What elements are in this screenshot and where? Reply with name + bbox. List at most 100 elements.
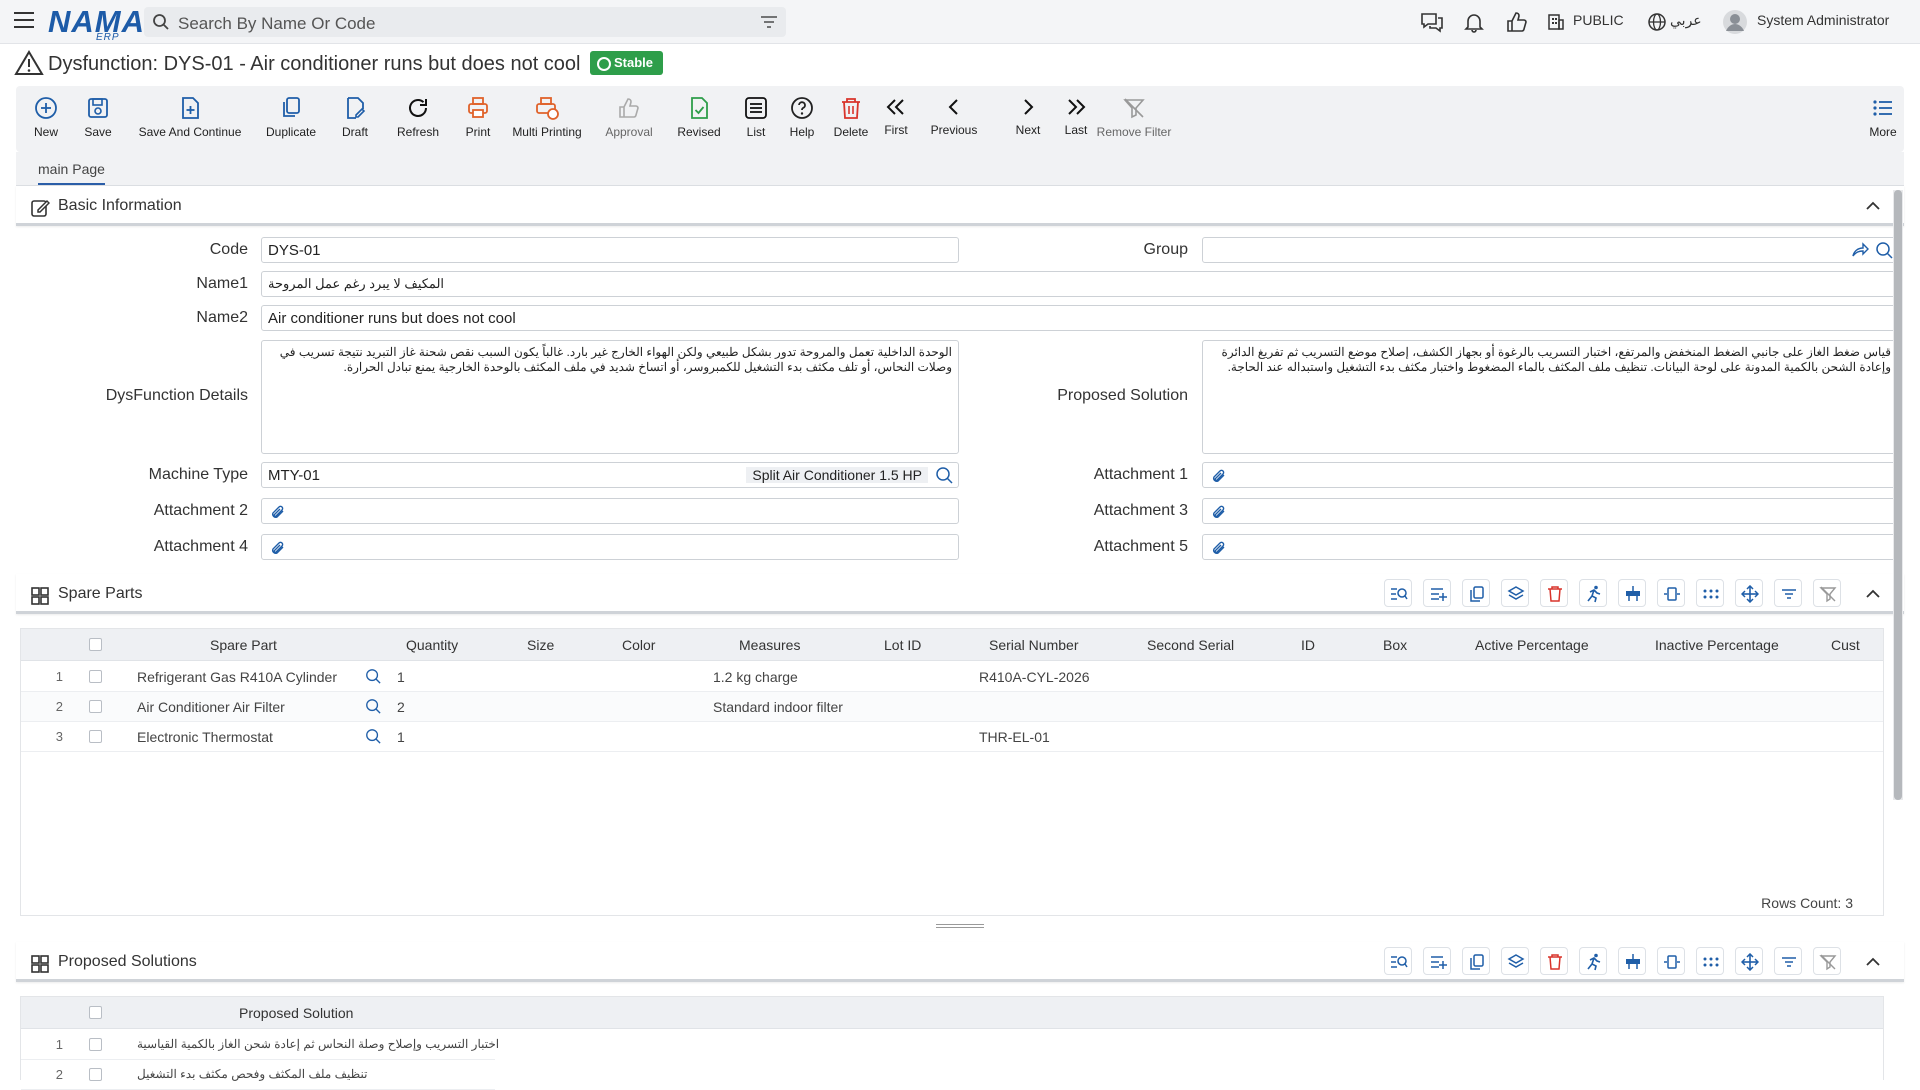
spare-part-cell[interactable]: Refrigerant Gas R410A Cylinder	[137, 669, 337, 685]
column-header[interactable]: ID	[1301, 637, 1315, 653]
search-input[interactable]: Search By Name Or Code	[144, 7, 786, 37]
revised-button[interactable]: Revised	[666, 96, 732, 139]
find-row-button[interactable]	[1384, 579, 1412, 607]
globe-icon[interactable]	[1647, 12, 1667, 32]
bell-icon[interactable]	[1463, 11, 1485, 33]
filter-button[interactable]	[1774, 579, 1802, 607]
quantity-cell[interactable]: 1	[397, 729, 405, 745]
details-textarea[interactable]: الوحدة الداخلية تعمل والمروحة تدور بشكل …	[261, 340, 959, 454]
table-row[interactable]: 1 Refrigerant Gas R410A Cylinder 1 1.2 k…	[21, 662, 1883, 692]
thumbs-up-icon[interactable]	[1505, 11, 1527, 33]
first-button[interactable]: First	[876, 96, 916, 137]
quantity-cell[interactable]: 1	[397, 669, 405, 685]
table-row[interactable]: 1 اختبار التسريب وإصلاح وصلة النحاس ثم إ…	[21, 1030, 499, 1060]
previous-button[interactable]: Previous	[926, 96, 982, 137]
attachment2-field[interactable]	[261, 498, 959, 524]
attachment1-field[interactable]	[1202, 462, 1898, 488]
table-row[interactable]: 3 Electronic Thermostat 1 THR-EL-01	[21, 722, 1883, 752]
fit-columns-button[interactable]	[1657, 947, 1685, 975]
insert-row-button[interactable]	[1618, 947, 1646, 975]
resize-handle[interactable]	[936, 924, 984, 928]
code-field[interactable]: DYS-01	[261, 237, 959, 263]
tab-main-page[interactable]: main Page	[38, 161, 105, 185]
column-header[interactable]: Measures	[739, 637, 800, 653]
row-checkbox[interactable]	[89, 1068, 102, 1081]
quantity-cell[interactable]: 2	[397, 699, 405, 715]
column-header[interactable]: Lot ID	[884, 637, 921, 653]
multi-printing-button[interactable]: Multi Printing	[492, 96, 602, 139]
user-avatar-icon[interactable]	[1722, 9, 1748, 35]
select-all-checkbox[interactable]	[89, 638, 102, 651]
duplicate-button[interactable]: Duplicate	[256, 96, 326, 139]
language-switch[interactable]: عربي	[1670, 12, 1702, 29]
paperclip-icon[interactable]	[1211, 540, 1227, 556]
refresh-button[interactable]: Refresh	[386, 96, 450, 139]
table-row[interactable]: 2 Air Conditioner Air Filter 2 Standard …	[21, 692, 1883, 722]
remove-filter-button[interactable]: Remove Filter	[1092, 96, 1176, 139]
delete-row-button[interactable]	[1540, 579, 1568, 607]
column-header[interactable]: Active Percentage	[1475, 637, 1589, 653]
chevron-up-icon[interactable]	[1866, 957, 1880, 967]
lookup-search-icon[interactable]	[365, 698, 381, 714]
column-header[interactable]: Size	[527, 637, 554, 653]
run-button[interactable]	[1579, 579, 1607, 607]
new-button[interactable]: New	[26, 96, 66, 139]
attachment3-field[interactable]	[1202, 498, 1898, 524]
name2-field[interactable]: Air conditioner runs but does not cool	[261, 305, 1898, 331]
app-logo[interactable]: NAMA ERP	[48, 4, 145, 43]
group-field[interactable]	[1202, 237, 1898, 263]
lookup-search-icon[interactable]	[365, 728, 381, 744]
column-header[interactable]: Color	[622, 637, 655, 653]
menu-icon[interactable]	[14, 12, 34, 28]
spare-part-cell[interactable]: Air Conditioner Air Filter	[137, 699, 285, 715]
filter-button[interactable]	[1774, 947, 1802, 975]
column-header[interactable]: Spare Part	[210, 637, 277, 653]
serial-number-cell[interactable]: THR-EL-01	[979, 729, 1050, 745]
measures-cell[interactable]: 1.2 kg charge	[713, 669, 798, 685]
clear-filter-button[interactable]	[1813, 947, 1841, 975]
move-button[interactable]	[1735, 579, 1763, 607]
page-scrollbar[interactable]	[1893, 190, 1903, 800]
column-header[interactable]: Second Serial	[1147, 637, 1234, 653]
fit-columns-button[interactable]	[1657, 579, 1685, 607]
more-button[interactable]: More	[1866, 96, 1900, 139]
spare-parts-header[interactable]: Spare Parts	[16, 574, 1904, 614]
proposed-solution-cell[interactable]: اختبار التسريب وإصلاح وصلة النحاس ثم إعا…	[137, 1037, 499, 1051]
select-all-checkbox[interactable]	[89, 1006, 102, 1019]
public-label[interactable]: PUBLIC	[1573, 12, 1624, 28]
layers-button[interactable]	[1501, 579, 1529, 607]
help-button[interactable]: Help	[782, 96, 822, 139]
row-checkbox[interactable]	[89, 730, 102, 743]
paperclip-icon[interactable]	[270, 504, 286, 520]
copy-row-button[interactable]	[1462, 579, 1490, 607]
draft-button[interactable]: Draft	[330, 96, 380, 139]
filter-icon[interactable]	[760, 14, 778, 30]
machine-type-field[interactable]: MTY-01 Split Air Conditioner 1.5 HP	[261, 462, 959, 488]
add-row-button[interactable]	[1423, 947, 1451, 975]
paperclip-icon[interactable]	[270, 540, 286, 556]
row-checkbox[interactable]	[89, 1038, 102, 1051]
user-name[interactable]: System Administrator	[1757, 12, 1889, 28]
dots-grid-button[interactable]	[1696, 579, 1724, 607]
move-button[interactable]	[1735, 947, 1763, 975]
list-button[interactable]: List	[728, 96, 784, 139]
lookup-search-icon[interactable]	[1875, 241, 1893, 259]
column-header[interactable]: Cust	[1831, 637, 1860, 653]
row-checkbox[interactable]	[89, 700, 102, 713]
dots-grid-button[interactable]	[1696, 947, 1724, 975]
column-header[interactable]: Box	[1383, 637, 1407, 653]
chevron-up-icon[interactable]	[1866, 589, 1880, 599]
save-and-continue-button[interactable]: Save And Continue	[128, 96, 252, 139]
layers-button[interactable]	[1501, 947, 1529, 975]
table-row[interactable]: 2 تنظيف ملف المكثف وفحص مكثف بدء التشغيل	[21, 1060, 495, 1090]
solution-textarea[interactable]: قياس ضغط الغاز على جانبي الضغط المنخفض و…	[1202, 340, 1898, 454]
scrollbar-thumb[interactable]	[1894, 190, 1902, 800]
lookup-search-icon[interactable]	[365, 668, 381, 684]
delete-row-button[interactable]	[1540, 947, 1568, 975]
chat-icon[interactable]	[1420, 11, 1444, 33]
column-header[interactable]: Inactive Percentage	[1655, 637, 1779, 653]
column-header[interactable]: Proposed Solution	[239, 1005, 353, 1021]
paperclip-icon[interactable]	[1211, 504, 1227, 520]
serial-number-cell[interactable]: R410A-CYL-2026	[979, 669, 1090, 685]
attachment5-field[interactable]	[1202, 534, 1898, 560]
